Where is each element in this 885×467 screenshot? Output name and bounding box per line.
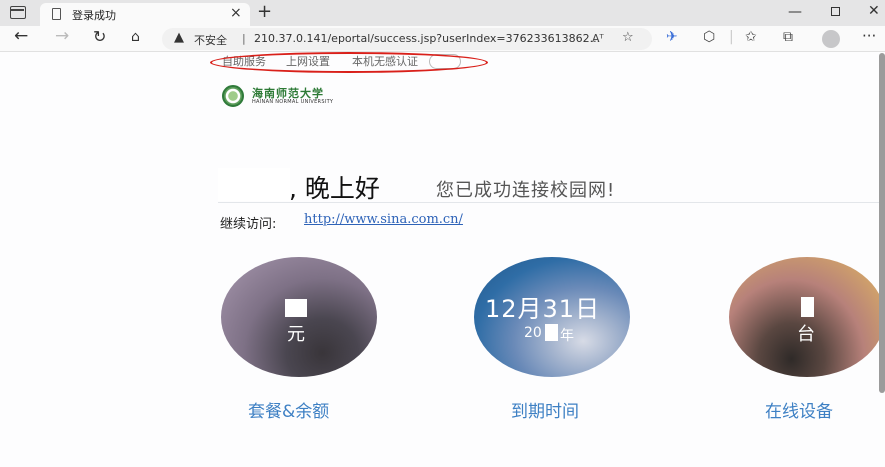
expiry-year-suffix: 年: [560, 328, 574, 344]
address-separator: |: [242, 32, 246, 45]
username-redacted: [218, 168, 290, 201]
continue-link[interactable]: http://www.sina.com.cn/: [304, 212, 463, 227]
package-balance-caption[interactable]: 套餐&余额: [248, 397, 329, 422]
url-text[interactable]: 210.37.0.141/eportal/success.jsp?userInd…: [254, 32, 600, 45]
reload-button[interactable]: ↻: [93, 27, 106, 46]
toolbar-divider: |: [729, 29, 734, 45]
online-devices-caption[interactable]: 在线设备: [765, 397, 833, 422]
devices-value-redacted: [801, 297, 814, 317]
university-seal-icon: [222, 85, 244, 107]
continue-label: 继续访问:: [220, 217, 277, 232]
home-button[interactable]: ⌂: [131, 29, 140, 45]
add-favorite-icon[interactable]: ☆: [622, 30, 634, 45]
expiry-date: 12月31日: [485, 295, 601, 323]
annotation-ellipse: [210, 52, 488, 73]
browser-toolbar: ← → ↻ ⌂ ▲ 不安全 | 210.37.0.141/eportal/suc…: [0, 26, 885, 52]
profile-avatar[interactable]: [822, 30, 840, 48]
expiry-year-prefix: 20: [524, 325, 542, 341]
connected-message: 您已成功连接校园网!: [436, 180, 616, 201]
new-tab-button[interactable]: +: [257, 1, 272, 22]
greeting: , 晚上好: [289, 174, 380, 203]
tab-login-success[interactable]: 登录成功 ×: [40, 3, 250, 27]
warning-icon[interactable]: ▲: [174, 30, 184, 45]
document-icon: [52, 8, 61, 20]
back-button[interactable]: ←: [14, 26, 28, 46]
more-menu-icon[interactable]: ···: [862, 27, 876, 45]
insecure-label: 不安全: [194, 34, 227, 47]
expiry-year-redacted: [545, 324, 558, 341]
balance-unit: 元: [287, 324, 305, 345]
window-close-icon[interactable]: ✕: [868, 3, 880, 19]
collections-icon[interactable]: ⧉: [783, 29, 793, 45]
balance-value-redacted: [285, 299, 307, 317]
logo-name-en: HAINAN NORMAL UNIVERSITY: [252, 99, 334, 105]
extensions-puzzle-icon[interactable]: ⬡: [703, 29, 715, 45]
package-balance-circle[interactable]: [221, 257, 377, 377]
address-bar[interactable]: ▲ 不安全 | 210.37.0.141/eportal/success.jsp…: [162, 28, 652, 50]
maximize-icon[interactable]: [831, 7, 840, 16]
tab-strip: 登录成功 × + — ✕: [0, 0, 885, 27]
page-scrollbar[interactable]: [879, 53, 885, 393]
favorites-icon[interactable]: ✩: [745, 29, 757, 45]
minimize-icon[interactable]: —: [788, 4, 802, 20]
page-content: 自助服务 上网设置 本机无感认证 海南师范大学 HAINAN NORMAL UN…: [0, 52, 885, 467]
read-aloud-icon[interactable]: Aᵀ: [592, 32, 604, 45]
tab-title: 登录成功: [72, 9, 116, 22]
online-devices-circle[interactable]: [729, 257, 885, 377]
extension-icon[interactable]: ✈: [666, 29, 678, 45]
tab-actions-icon[interactable]: [10, 6, 26, 19]
devices-unit: 台: [797, 324, 815, 345]
tab-close-icon[interactable]: ×: [230, 5, 242, 21]
forward-button[interactable]: →: [55, 26, 69, 46]
divider: [218, 202, 880, 203]
expiry-caption[interactable]: 到期时间: [511, 397, 579, 422]
